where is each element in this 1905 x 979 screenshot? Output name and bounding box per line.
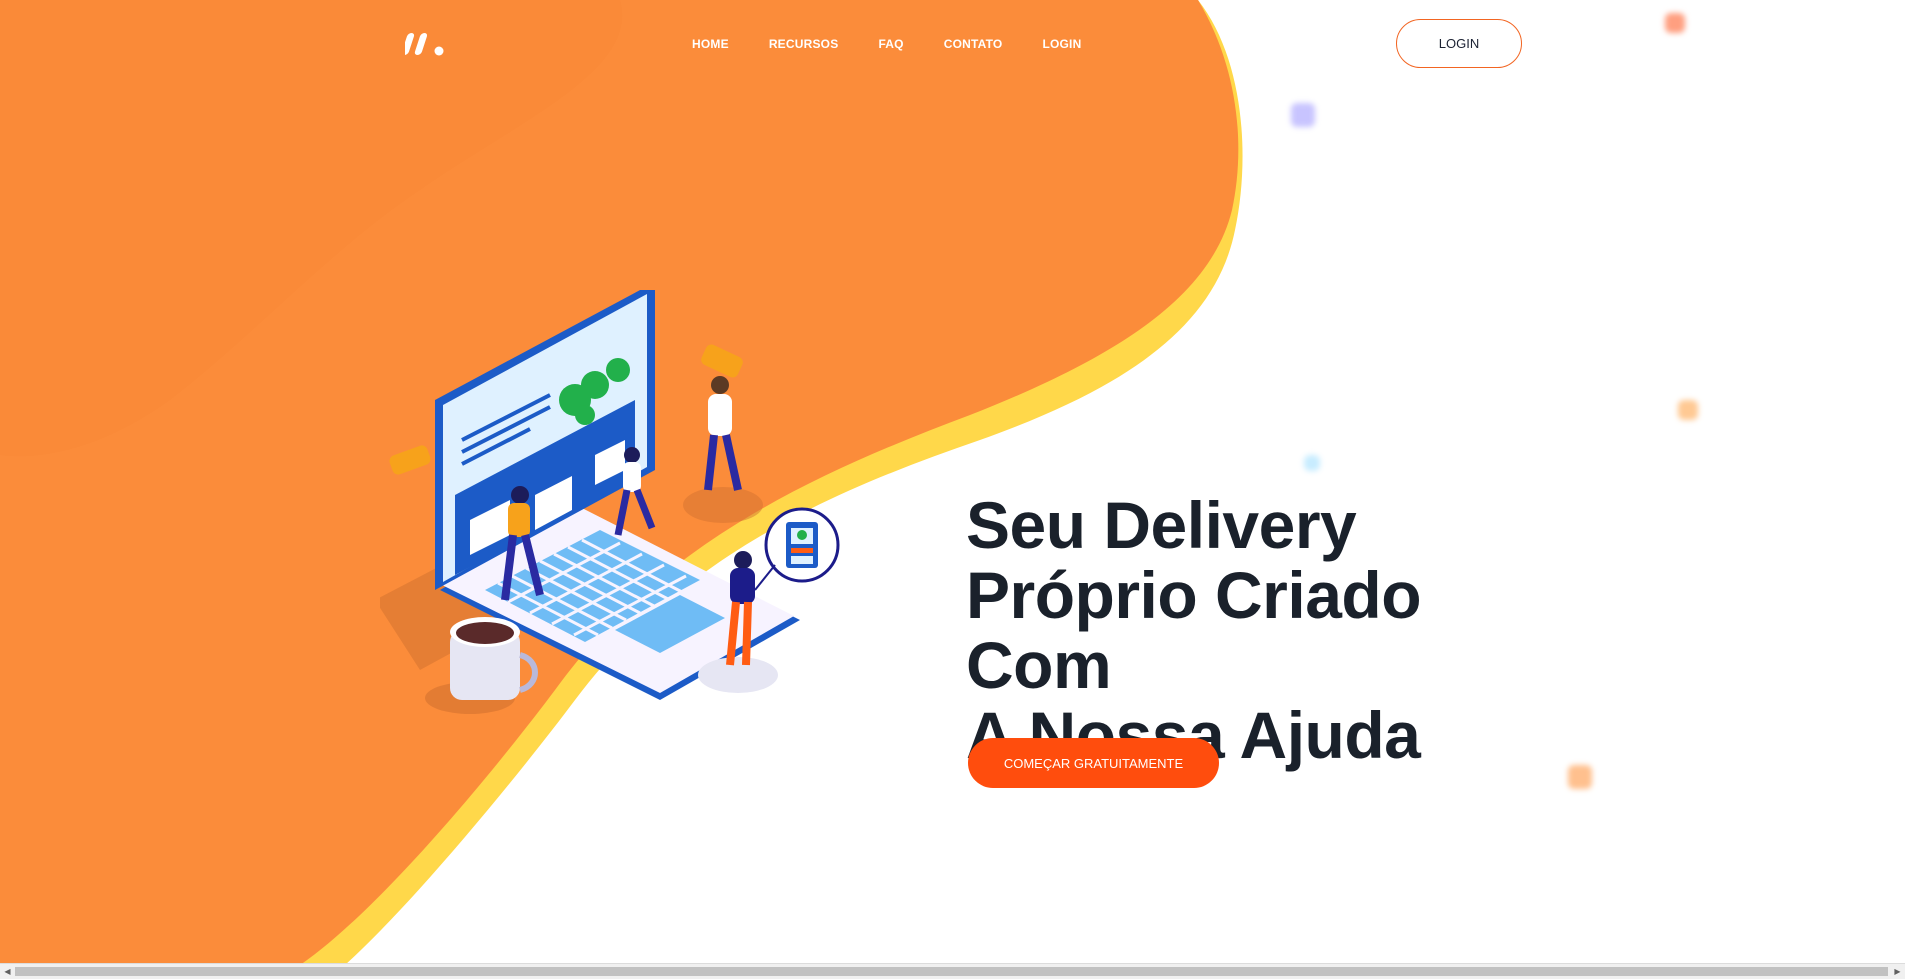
- login-button[interactable]: LOGIN: [1396, 19, 1522, 68]
- nav-faq[interactable]: FAQ: [878, 36, 903, 52]
- nav-contato[interactable]: CONTATO: [944, 36, 1003, 52]
- decor-dot: [1291, 103, 1315, 127]
- scroll-right-icon[interactable]: ▶: [1890, 964, 1905, 979]
- scrollbar-thumb[interactable]: [15, 967, 1888, 976]
- decor-dot: [1568, 765, 1592, 789]
- main-nav: HOME RECURSOS FAQ CONTATO LOGIN: [692, 36, 1121, 52]
- decor-dot: [1665, 13, 1685, 33]
- start-free-button[interactable]: COMEÇAR GRATUITAMENTE: [968, 738, 1219, 788]
- nav-home[interactable]: HOME: [692, 36, 729, 52]
- hero-illustration: [380, 290, 840, 714]
- hero-background-shape: [0, 0, 1243, 978]
- hero-headline: Seu Delivery Próprio Criado Com A Nossa …: [966, 490, 1566, 770]
- horizontal-scrollbar[interactable]: ◀ ▶: [0, 963, 1905, 979]
- headline-line: Seu Delivery: [966, 488, 1357, 562]
- headline-line: Próprio Criado Com: [966, 558, 1422, 702]
- scroll-left-icon[interactable]: ◀: [0, 964, 15, 979]
- nav-recursos[interactable]: RECURSOS: [769, 36, 839, 52]
- nav-login[interactable]: LOGIN: [1042, 36, 1081, 52]
- brand-logo-icon[interactable]: [405, 30, 447, 60]
- decor-dot: [1304, 455, 1320, 471]
- decor-dot: [1678, 400, 1698, 420]
